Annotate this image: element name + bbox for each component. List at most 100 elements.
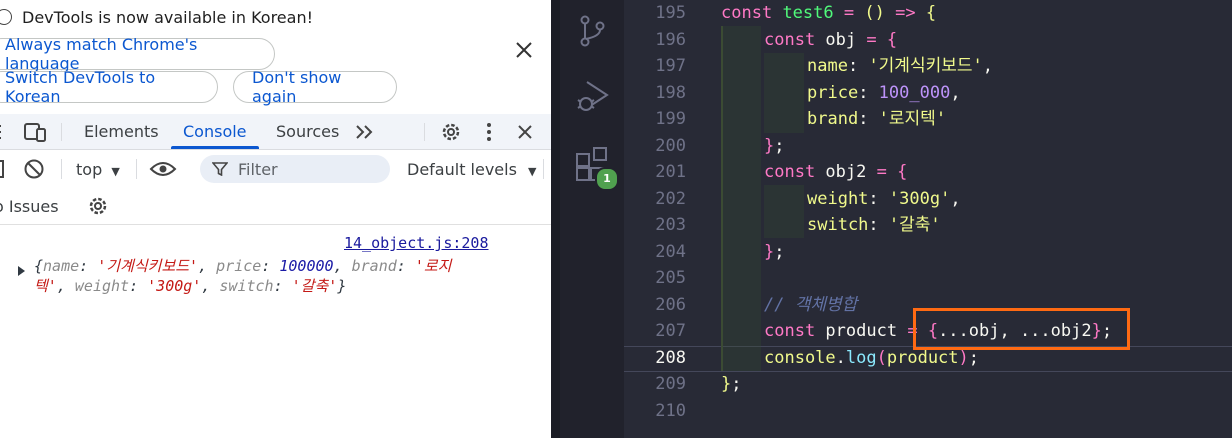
line-number: 203	[655, 215, 686, 235]
comma: ,	[950, 188, 961, 209]
console-source-link[interactable]: 14_object.js:208	[344, 234, 489, 252]
filter-icon	[212, 162, 228, 176]
obj-key: switch	[219, 277, 274, 295]
obj-key: price	[216, 257, 262, 275]
semicolon: ;	[731, 374, 742, 394]
colon: :	[868, 188, 889, 209]
always-match-language-button[interactable]: Always match Chrome's language	[0, 35, 275, 73]
obj-comma: ,	[201, 277, 220, 295]
code-line-197: name: '기계식키보드',	[807, 53, 993, 80]
paren: ()	[864, 3, 885, 23]
obj-key: name	[43, 257, 80, 275]
code-line-203: switch: '갈축'	[807, 212, 941, 239]
toolbar-divider	[61, 123, 62, 141]
sidebar-toggle-icon[interactable]	[0, 159, 6, 179]
line-number: 204	[655, 241, 686, 262]
console-filter-input[interactable]: Filter	[200, 155, 390, 183]
colon: :	[858, 82, 879, 103]
obj-colon: :	[396, 257, 415, 275]
clear-console-icon[interactable]	[23, 158, 45, 180]
toolbar-divider	[136, 159, 137, 179]
keyword: const	[764, 321, 816, 341]
line-number: 205	[655, 268, 686, 288]
active-tab-indicator	[171, 146, 259, 149]
keyword: const	[764, 162, 816, 182]
dont-show-again-button[interactable]: Don't show again	[233, 68, 397, 106]
operator: =	[843, 3, 855, 23]
string: '300g'	[888, 188, 951, 209]
line-number: 207	[655, 321, 686, 341]
pane-divider[interactable]	[551, 0, 560, 438]
obj-comma: ,	[56, 277, 75, 295]
console-log-line-1: {name: '기계식키보드', price: 100000, brand: '…	[34, 256, 514, 276]
obj-brace: {	[34, 257, 44, 275]
toolbar-divider	[543, 159, 544, 179]
code-line-200: };	[764, 133, 785, 160]
chevron-down-icon: ▼	[528, 165, 537, 178]
tab-console[interactable]: Console	[183, 114, 247, 149]
obj-number: 100000	[279, 257, 334, 275]
obj-string: '300g'	[147, 277, 202, 295]
line-number: 206	[655, 294, 686, 315]
close-icon[interactable]	[514, 40, 534, 60]
line-number: 202	[655, 188, 686, 209]
obj-string: '갈축'	[291, 277, 338, 295]
source-control-icon[interactable]	[577, 14, 607, 48]
code-line-201: const obj2 = {	[764, 159, 907, 186]
info-icon	[0, 9, 12, 25]
code-area[interactable]: const test6 = () => { const obj = { name…	[721, 0, 1232, 438]
context-selector[interactable]: top ▼	[76, 160, 120, 179]
code-line-202: weight: '300g',	[807, 186, 961, 213]
string: '로지텍'	[878, 109, 947, 129]
brace: }	[721, 374, 732, 394]
live-expression-eye-icon[interactable]	[149, 160, 177, 178]
inspect-element-icon[interactable]	[0, 123, 8, 141]
indent-guide-block	[764, 53, 804, 133]
line-number: 210	[655, 400, 686, 421]
device-toolbar-icon[interactable]	[22, 121, 48, 143]
close-devtools-icon[interactable]	[516, 123, 534, 141]
line-number-gutter: 195 196 197 198 199 200 201 202 203 204 205 206 207 2…	[624, 0, 686, 438]
indent-guide-block	[721, 26, 761, 371]
colon: :	[858, 109, 879, 129]
console-settings-gear-icon[interactable]	[87, 195, 109, 217]
log-levels-dropdown[interactable]: Default levels ▼	[407, 160, 537, 179]
property: weight	[807, 188, 869, 209]
brace: }	[764, 241, 775, 262]
issues-toolbar: o Issues	[0, 189, 551, 225]
obj-string: '로지	[414, 257, 452, 275]
expand-object-triangle-icon[interactable]	[18, 266, 25, 276]
obj-colon: :	[261, 257, 280, 275]
settings-gear-icon[interactable]	[440, 121, 462, 143]
switch-language-button[interactable]: Switch DevTools to Korean	[0, 68, 218, 106]
more-options-icon[interactable]	[485, 122, 493, 142]
semicolon: ;	[774, 135, 785, 156]
run-debug-icon[interactable]	[575, 78, 611, 114]
infobar-message: DevTools is now available in Korean!	[22, 7, 313, 27]
devtools-panel: DevTools is now available in Korean! Alw…	[0, 0, 551, 438]
obj-key: brand	[351, 257, 397, 275]
colon: :	[868, 215, 889, 235]
console-log-line-2: 텍', weight: '300g', switch: '갈축'}	[34, 276, 514, 296]
brace: {	[886, 29, 898, 50]
issues-counter[interactable]: o Issues	[0, 197, 59, 216]
identifier: obj	[815, 29, 867, 50]
brace: {	[897, 162, 908, 182]
operator: =	[866, 29, 877, 50]
obj-brace: }	[337, 277, 347, 295]
line-number: 195	[655, 3, 686, 23]
colon: :	[847, 56, 869, 76]
console-log-object[interactable]: {name: '기계식키보드', price: 100000, brand: '…	[34, 256, 514, 296]
obj-comma: ,	[333, 257, 352, 275]
tab-elements[interactable]: Elements	[84, 114, 159, 149]
tab-sources[interactable]: Sources	[276, 114, 339, 149]
code-line-195: const test6 = () => {	[721, 0, 936, 27]
dot: .	[835, 348, 846, 368]
more-tabs-chevron-icon[interactable]	[355, 124, 375, 140]
property: price	[807, 82, 859, 103]
